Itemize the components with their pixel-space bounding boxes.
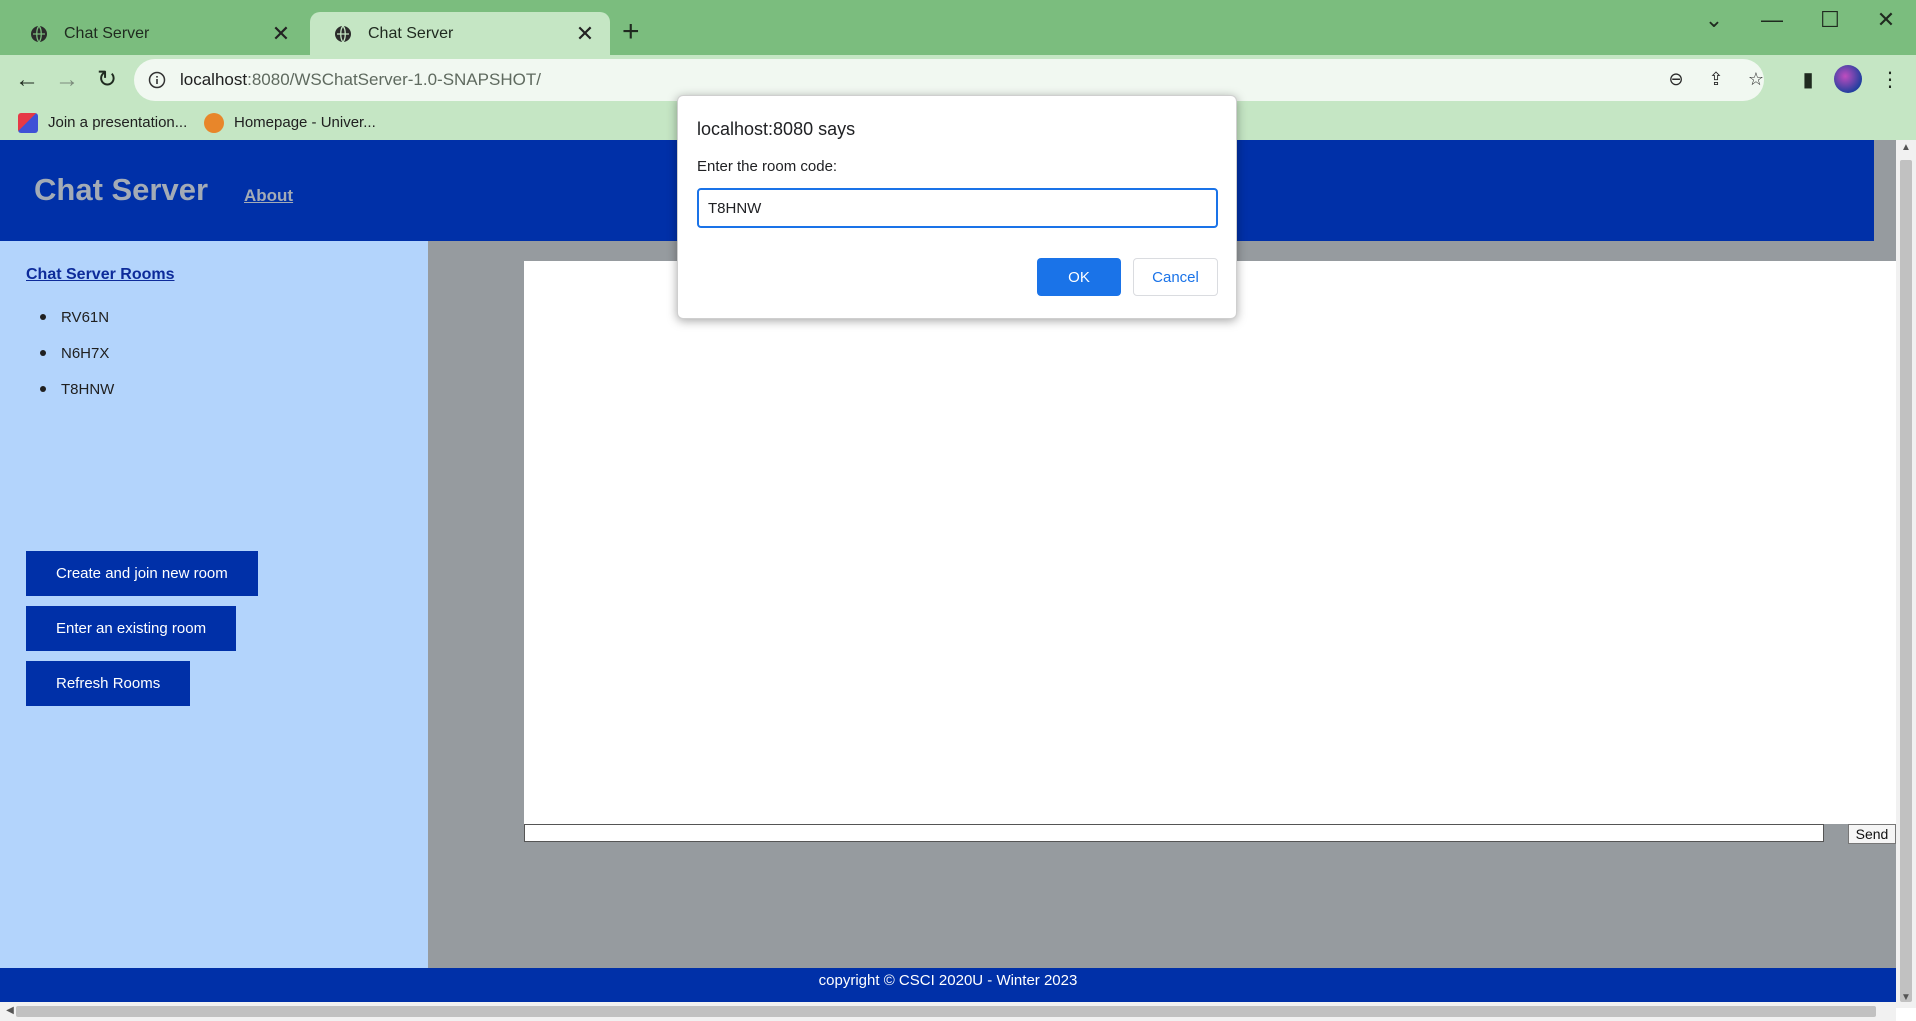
scroll-up-icon[interactable]: ▲ (1896, 142, 1916, 153)
horizontal-scrollbar[interactable]: ◀ (0, 1002, 1896, 1021)
share-icon[interactable]: ⇪ (1704, 69, 1728, 90)
cancel-button[interactable]: Cancel (1133, 258, 1218, 296)
close-tab-icon[interactable]: ✕ (574, 21, 596, 47)
ok-button[interactable]: OK (1037, 258, 1121, 296)
back-icon[interactable]: ← (10, 65, 44, 95)
room-list-item: RV61N (26, 299, 114, 335)
refresh-rooms-button[interactable]: Refresh Rooms (26, 661, 191, 706)
new-tab-icon[interactable]: + (622, 14, 640, 50)
site-logo: Chat Server (34, 172, 209, 207)
globe-icon (335, 25, 351, 42)
bookmark-item[interactable]: Homepage - Univer... (204, 105, 376, 140)
forward-icon[interactable]: → (50, 65, 84, 95)
room-code-input[interactable] (697, 188, 1218, 228)
menu-kebab-icon[interactable]: ⋮ (1876, 67, 1904, 92)
browser-tab[interactable]: Chat Server ✕ (6, 12, 306, 55)
reload-icon[interactable]: ↻ (90, 65, 124, 95)
scroll-thumb[interactable] (16, 1006, 1876, 1017)
bullet-icon (40, 314, 46, 320)
presentation-icon (18, 112, 38, 133)
minimize-icon[interactable]: — (1752, 6, 1792, 34)
bookmark-item[interactable]: Join a presentation... (18, 105, 187, 140)
room-code: RV61N (61, 308, 110, 326)
bookmark-label: Join a presentation... (48, 114, 188, 131)
browser-tabstrip: Chat Server ✕ Chat Server ✕ + ⌄ — ☐ ✕ (0, 0, 1916, 55)
tab-search-chevron-icon[interactable]: ⌄ (1694, 6, 1734, 34)
message-input[interactable] (524, 824, 1824, 842)
tab-title: Chat Server (368, 24, 454, 42)
room-code: N6H7X (61, 344, 110, 362)
url-text: localhost:8080/WSChatServer-1.0-SNAPSHOT… (180, 70, 541, 90)
profile-avatar[interactable] (1834, 65, 1862, 93)
rooms-sidebar: Chat Server Rooms RV61N N6H7X T8HNW Crea… (0, 241, 428, 968)
dialog-title: localhost:8080 says (697, 119, 856, 139)
vertical-scrollbar[interactable]: ▲ ▼ (1896, 140, 1916, 1008)
window-close-icon[interactable]: ✕ (1866, 6, 1906, 34)
enter-room-button[interactable]: Enter an existing room (26, 606, 237, 651)
site-info-icon[interactable] (148, 71, 166, 89)
room-list: RV61N N6H7X T8HNW (26, 299, 114, 407)
send-button[interactable]: Send (1848, 824, 1896, 844)
scroll-thumb[interactable] (1900, 160, 1912, 1002)
tab-title: Chat Server (64, 24, 150, 42)
globe-icon (31, 25, 47, 42)
maximize-icon[interactable]: ☐ (1810, 6, 1850, 34)
rooms-title-link[interactable]: Chat Server Rooms (26, 266, 175, 284)
bullet-icon (40, 386, 46, 392)
create-room-button[interactable]: Create and join new room (26, 551, 258, 596)
nav-about-link[interactable]: About (244, 186, 293, 206)
room-list-item: N6H7X (26, 335, 114, 371)
side-panel-icon[interactable]: ▮ (1794, 67, 1822, 92)
url-host: localhost (180, 70, 248, 89)
bullet-icon (40, 350, 46, 356)
url-path: :8080/WSChatServer-1.0-SNAPSHOT/ (247, 70, 541, 89)
browser-tab-active[interactable]: Chat Server ✕ (310, 12, 610, 55)
chat-log (524, 261, 1896, 824)
dialog-prompt: Enter the room code: (697, 158, 838, 175)
zoom-icon[interactable]: ⊖ (1664, 69, 1688, 90)
close-tab-icon[interactable]: ✕ (270, 21, 292, 47)
room-list-item: T8HNW (26, 371, 114, 407)
prompt-dialog: localhost:8080 says Enter the room code:… (677, 95, 1237, 319)
room-code: T8HNW (61, 380, 115, 398)
homepage-icon (204, 112, 224, 133)
scroll-down-icon[interactable]: ▼ (1896, 992, 1916, 1003)
bookmark-star-icon[interactable]: ☆ (1744, 69, 1768, 90)
bookmark-label: Homepage - Univer... (234, 114, 376, 131)
